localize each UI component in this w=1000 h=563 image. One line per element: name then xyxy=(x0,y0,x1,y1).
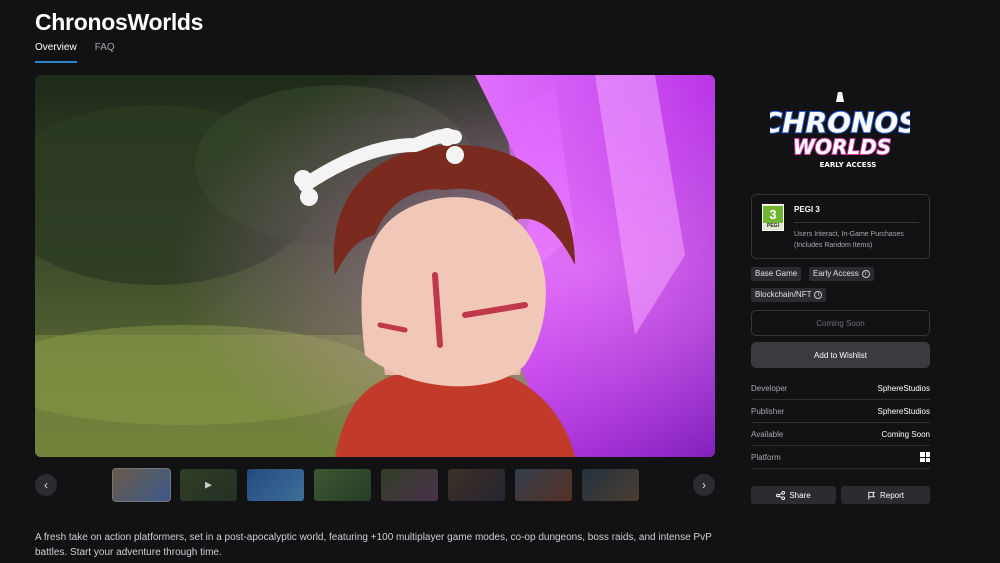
info-icon[interactable]: i xyxy=(861,270,870,278)
pegi-badge-icon: 3 PEGI xyxy=(762,204,784,231)
tag-label: Base Game xyxy=(755,269,798,278)
thumbnail[interactable] xyxy=(247,469,304,501)
tab-overview[interactable]: Overview xyxy=(35,42,77,63)
detail-row-publisher: Publisher SphereStudios xyxy=(751,400,930,423)
tag-label: Blockchain/NFT xyxy=(755,290,812,299)
page-title: ChronosWorlds xyxy=(35,9,204,35)
hero-image xyxy=(35,75,715,457)
tag-early-access[interactable]: Early Access i xyxy=(809,267,874,281)
report-label: Report xyxy=(879,490,904,500)
windows-icon xyxy=(920,452,930,462)
logo-line-3: EARLY ACCESS xyxy=(820,161,877,169)
detail-row-developer: Developer SphereStudios xyxy=(751,377,930,400)
detail-value: Coming Soon xyxy=(881,429,930,439)
chevron-left-icon: ‹ xyxy=(44,478,48,492)
detail-row-platform: Platform xyxy=(751,446,930,469)
detail-key: Platform xyxy=(751,452,781,462)
tag-base-game[interactable]: Base Game xyxy=(751,267,802,281)
logo-line-2: WORLDS xyxy=(793,135,891,159)
thumbnail[interactable] xyxy=(448,469,505,501)
thumbnail[interactable] xyxy=(515,469,572,501)
thumbnail-strip: ▶ xyxy=(112,468,639,502)
share-icon xyxy=(776,490,786,500)
game-description: A fresh take on action platformers, set … xyxy=(35,532,712,558)
thumbnail[interactable] xyxy=(381,469,438,501)
chevron-right-icon: › xyxy=(702,478,706,492)
logo-spire xyxy=(836,92,844,102)
tab-bar: Overview FAQ xyxy=(35,42,115,63)
detail-key: Publisher xyxy=(751,406,785,416)
info-icon[interactable]: i xyxy=(814,291,823,299)
tab-faq[interactable]: FAQ xyxy=(95,42,115,63)
share-label: Share xyxy=(789,490,811,500)
thumbnail[interactable] xyxy=(582,469,639,501)
report-button[interactable]: Report xyxy=(841,486,930,504)
detail-value[interactable]: SphereStudios xyxy=(878,407,930,416)
detail-key: Developer xyxy=(751,383,788,393)
carousel-next-button[interactable]: › xyxy=(693,474,715,496)
coming-soon-button[interactable]: Coming Soon xyxy=(751,310,930,336)
pegi-badge-label: PEGI xyxy=(767,223,779,229)
divider xyxy=(794,222,919,223)
tag-blockchain-nft[interactable]: Blockchain/NFT i xyxy=(751,288,827,302)
detail-key: Available xyxy=(751,429,784,439)
rating-descriptor: Users Interact, In-Game Purchases (Inclu… xyxy=(794,231,904,249)
pegi-badge-number: 3 xyxy=(763,206,783,223)
detail-value[interactable]: SphereStudios xyxy=(878,384,930,393)
carousel-prev-button[interactable]: ‹ xyxy=(35,474,57,496)
thumbnail[interactable] xyxy=(112,468,171,502)
share-button[interactable]: Share xyxy=(751,486,836,504)
play-icon: ▶ xyxy=(205,479,212,490)
thumbnail[interactable] xyxy=(314,469,371,501)
thumbnail-video[interactable]: ▶ xyxy=(180,469,237,501)
hero-media[interactable] xyxy=(35,75,715,457)
flag-icon xyxy=(868,491,875,500)
rating-title: PEGI 3 xyxy=(794,205,820,214)
game-logo: CHRONOS WORLDS EARLY ACCESS xyxy=(761,90,919,175)
age-rating-card: 3 PEGI PEGI 3 Users Interact, In-Game Pu… xyxy=(751,194,930,259)
detail-row-available: Available Coming Soon xyxy=(751,423,930,446)
add-to-wishlist-button[interactable]: Add to Wishlist xyxy=(751,342,930,368)
tag-label: Early Access xyxy=(813,269,859,278)
